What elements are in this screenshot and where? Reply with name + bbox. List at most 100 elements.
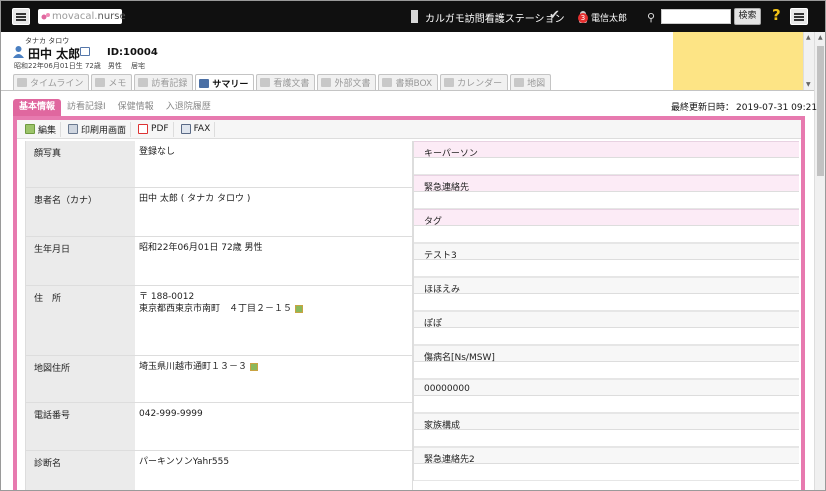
- tab-memo[interactable]: メモ: [91, 74, 133, 90]
- field-label-diagnosis-ns: 傷病名[Ns/MSW]: [414, 345, 799, 363]
- memo-area[interactable]: [673, 32, 803, 90]
- memo-scrollbar[interactable]: ▲ ▼: [803, 32, 814, 90]
- row-label: 地図住所: [26, 356, 135, 402]
- field-label-family: 家族構成: [414, 413, 799, 431]
- print-button[interactable]: 印刷用画面: [64, 121, 132, 137]
- scroll-down-icon[interactable]: ▼: [806, 81, 811, 88]
- row-label: 住 所: [26, 286, 135, 355]
- tab-timeline[interactable]: タイムライン: [13, 74, 90, 90]
- address-line: 東京都西東京市南町 ４丁目２－１５: [139, 303, 412, 315]
- basic-info-panel: 編集 印刷用画面 PDF FAX 顔写真 登録なし 患者名（カナ） 田中 太郎 …: [13, 116, 805, 490]
- tab-label: 看護文書: [273, 79, 310, 89]
- row-value: 埼玉県川越市通町１３－３: [135, 356, 412, 402]
- field-value-emergency-contact2: [414, 464, 799, 481]
- fax-button[interactable]: FAX: [177, 121, 216, 137]
- map-link-icon[interactable]: [295, 304, 304, 313]
- print-label: 印刷用画面: [81, 125, 127, 136]
- right-menu-icon[interactable]: [790, 8, 808, 25]
- field-value-code: [414, 396, 799, 413]
- row-value: 〒 188-0012 東京都西東京市南町 ４丁目２－１５: [135, 286, 412, 355]
- edit-label: 編集: [38, 125, 57, 136]
- station-icon: [411, 10, 418, 23]
- field-label-key-person: キーパーソン: [414, 141, 799, 159]
- help-icon[interactable]: ?: [772, 6, 781, 24]
- tab-external-docs[interactable]: 外部文書: [317, 74, 377, 90]
- printer-icon: [68, 124, 79, 134]
- subtab-admission-history[interactable]: 入退院履歴: [160, 99, 217, 116]
- tab-map[interactable]: 地図: [510, 74, 552, 90]
- pdf-button[interactable]: PDF: [134, 121, 174, 137]
- row-label: 電話番号: [26, 403, 135, 450]
- station-name[interactable]: カルガモ訪問看護ステーション: [425, 10, 565, 25]
- tab-label: カレンダー: [457, 79, 503, 89]
- row-label: 顔写真: [26, 141, 135, 187]
- table-row: 生年月日 昭和22年06月01日 72歳 男性: [25, 237, 413, 286]
- patient-birth-info: 昭和22年06月01日生 72歳 男性: [14, 62, 122, 70]
- subtab-basic-info[interactable]: 基本情報: [13, 99, 62, 116]
- row-value: 042-999-9999: [139, 409, 203, 419]
- tab-document-box[interactable]: 書類BOX: [378, 74, 439, 90]
- id-card-icon[interactable]: [80, 47, 90, 56]
- field-value-test3: [414, 260, 799, 277]
- row-value: 昭和22年06月01日 72歳 男性: [139, 243, 263, 253]
- field-label-hohoemi: ほほえみ: [414, 277, 799, 295]
- scroll-up-icon[interactable]: ▲: [806, 34, 811, 41]
- app-logo[interactable]: movacal.nurse: [38, 9, 126, 24]
- scroll-up-icon[interactable]: ▲: [818, 34, 823, 41]
- record-icon: [138, 78, 149, 87]
- field-value-family: [414, 430, 799, 447]
- tab-calendar[interactable]: カレンダー: [440, 74, 509, 90]
- user-name[interactable]: 電信太郎: [591, 11, 627, 24]
- field-value-key-person: [414, 158, 799, 175]
- basic-info-table: 顔写真 登録なし 患者名（カナ） 田中 太郎 ( タナカ タロウ ) 生年月日 …: [25, 141, 413, 490]
- field-value-hohoemi: [414, 294, 799, 311]
- tab-summary[interactable]: サマリー: [195, 74, 255, 91]
- tab-divider: [1, 90, 814, 91]
- map-address-text: 埼玉県川越市通町１３－３: [139, 362, 248, 372]
- field-value-popo: [414, 328, 799, 345]
- tab-label: 地図: [527, 79, 546, 89]
- field-label-tag: タグ: [414, 209, 799, 227]
- tab-visit-record[interactable]: 訪看記録: [134, 74, 194, 90]
- document-icon: [260, 78, 271, 87]
- additional-info-table: キーパーソン 緊急連絡先 タグ テスト3 ほほえみ ぽぽ 傷病名[Ns/MSW]…: [413, 141, 799, 481]
- subtab-insurance[interactable]: 保健情報: [112, 99, 160, 116]
- app-window: movacal.nurse カルガモ訪問看護ステーション ✔ 3 電信太郎 ⚲ …: [0, 0, 826, 491]
- pencil-icon: [95, 78, 106, 87]
- edit-icon: [25, 124, 35, 134]
- subtab-visit-record[interactable]: 訪看記録I: [61, 99, 112, 116]
- map-link-icon[interactable]: [250, 362, 259, 371]
- pdf-icon: [138, 124, 149, 134]
- check-icon[interactable]: ✔: [549, 8, 560, 23]
- tab-label: 外部文書: [334, 79, 371, 89]
- edit-button[interactable]: 編集: [21, 121, 62, 137]
- scroll-thumb[interactable]: [817, 46, 824, 176]
- main-tabs: タイムライン メモ 訪看記録 サマリー 看護文書 外部文書 書類BOX カレンダ…: [13, 74, 552, 91]
- pdf-label: PDF: [151, 124, 169, 134]
- search-button[interactable]: 検索: [734, 8, 761, 25]
- row-value: 田中 太郎 ( タナカ タロウ ): [139, 194, 251, 204]
- field-label-test3: テスト3: [414, 243, 799, 261]
- summary-icon: [199, 78, 210, 88]
- external-doc-icon: [321, 78, 332, 87]
- tab-nursing-docs[interactable]: 看護文書: [256, 74, 316, 90]
- person-icon: [13, 46, 24, 58]
- table-row: 顔写真 登録なし: [25, 141, 413, 188]
- field-value-emergency-contact: [414, 192, 799, 209]
- sub-tabs: 基本情報 訪看記録I 保健情報 入退院履歴: [13, 99, 217, 116]
- top-bar: movacal.nurse カルガモ訪問看護ステーション ✔ 3 電信太郎 ⚲ …: [1, 1, 825, 32]
- patient-residence: 居宅: [131, 62, 145, 70]
- search-input[interactable]: [661, 9, 731, 24]
- hamburger-menu-icon[interactable]: [12, 8, 30, 25]
- box-icon: [382, 78, 393, 87]
- tab-label: サマリー: [212, 79, 249, 90]
- notification-badge[interactable]: 3: [578, 13, 588, 23]
- search-icon: ⚲: [647, 11, 656, 24]
- logo-suffix: nurse: [97, 11, 126, 22]
- last-updated-value: 2019-07-31 09:21: [736, 103, 818, 113]
- tab-label: 訪看記録: [151, 79, 188, 89]
- tab-label: 書類BOX: [395, 79, 433, 89]
- fax-label: FAX: [193, 124, 211, 134]
- tab-label: メモ: [108, 79, 127, 89]
- timeline-icon: [17, 78, 27, 87]
